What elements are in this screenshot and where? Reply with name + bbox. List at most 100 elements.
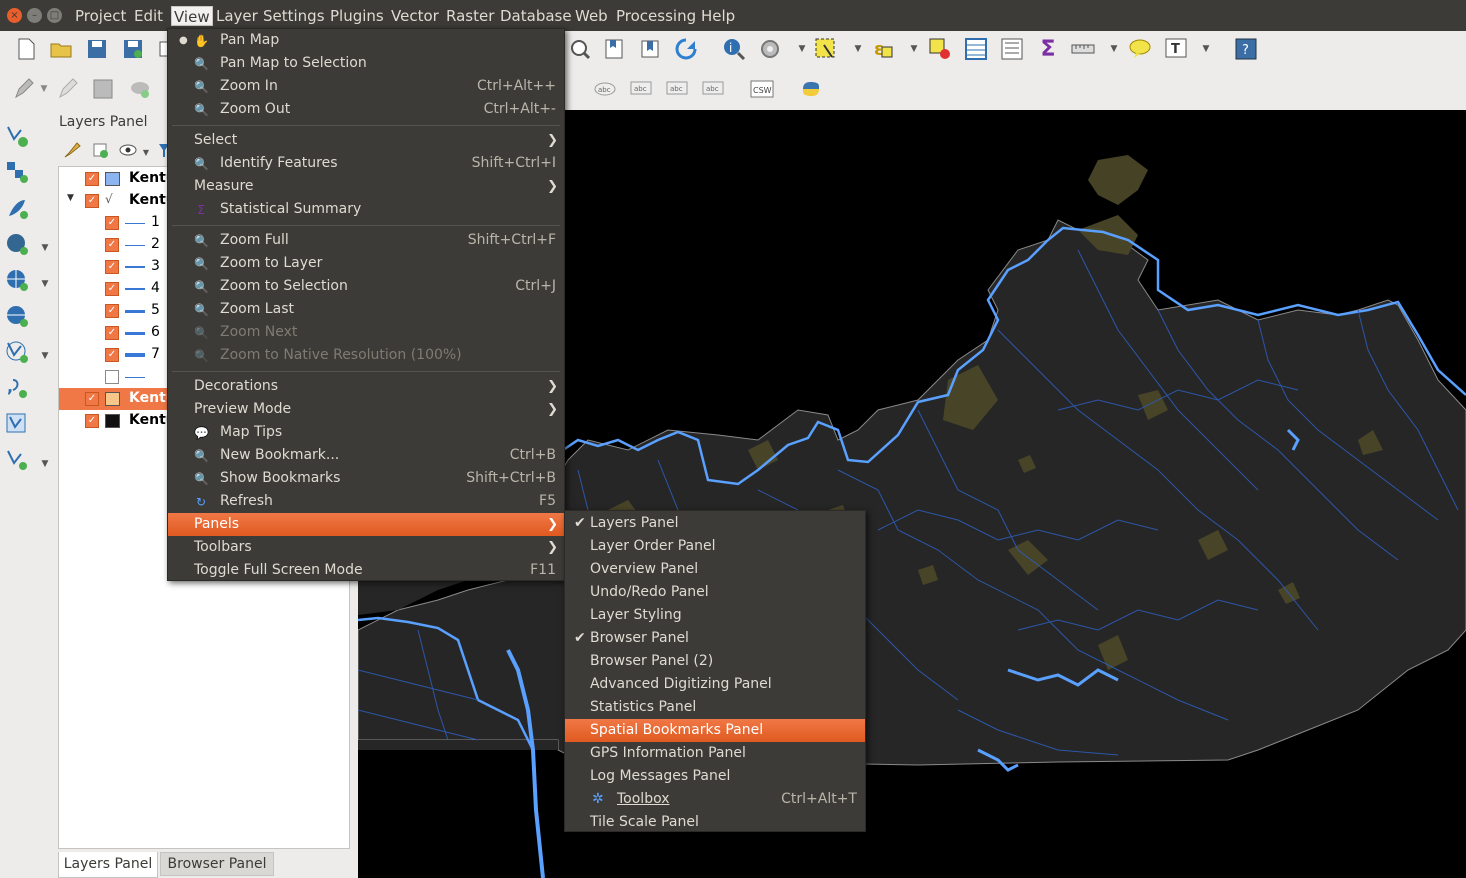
label-pin-icon[interactable]: abc [593,77,617,101]
menu-database[interactable]: Database [500,6,572,26]
menu-item-zoom-next[interactable]: 🔍 Zoom Next [168,321,564,344]
menu-item-select[interactable]: Select ❯ [168,129,564,152]
add-feature-icon[interactable] [128,77,152,101]
menu-help[interactable]: Help [701,6,735,26]
menu-item-identify-features[interactable]: 🔍 Identify Features Shift+Ctrl+I [168,152,564,175]
panel-item-layers-panel[interactable]: ✔ Layers Panel [565,512,865,535]
open-layer-styling-icon[interactable] [60,138,84,162]
dropdown-arrow-icon[interactable]: ▼ [1102,37,1126,61]
menu-item-decorations[interactable]: Decorations ❯ [168,375,564,398]
measure-icon[interactable] [1071,37,1095,61]
menu-web[interactable]: Web [575,6,608,26]
save-edits-icon[interactable] [91,77,115,101]
menu-raster[interactable]: Raster [446,6,494,26]
menu-layer[interactable]: Layer [216,6,258,26]
menu-item-toolbars[interactable]: Toolbars ❯ [168,536,564,559]
menu-item-measure[interactable]: Measure ❯ [168,175,564,198]
identify-toolbar-icon[interactable]: i [722,37,746,61]
attribute-table-icon[interactable] [964,37,988,61]
panel-item-spatial-bookmarks-panel[interactable]: Spatial Bookmarks Panel [565,719,865,742]
text-annotation-icon[interactable]: T [1164,37,1188,61]
layer-visibility-checkbox[interactable]: ✓ [105,260,119,274]
dropdown-arrow-icon[interactable]: ▼ [1194,37,1218,61]
panel-item-layer-order-panel[interactable]: Layer Order Panel [565,535,865,558]
new-bookmark-toolbar-icon[interactable] [603,37,627,61]
menu-item-zoom-out[interactable]: 🔍 Zoom Out Ctrl+Alt+- [168,98,564,121]
map-tips-toolbar-icon[interactable] [1128,37,1152,61]
add-postgis-icon[interactable] [5,232,29,256]
menu-item-preview-mode[interactable]: Preview Mode ❯ [168,398,564,421]
layer-visibility-checkbox[interactable]: ✓ [85,194,99,208]
layer-visibility-checkbox[interactable]: ✓ [85,172,99,186]
menu-item-refresh[interactable]: ↻ Refresh F5 [168,490,564,513]
layer-visibility-checkbox[interactable]: ✓ [105,304,119,318]
layer-visibility-checkbox[interactable]: ✓ [105,216,119,230]
open-project-icon[interactable] [49,37,73,61]
layer-visibility-checkbox[interactable]: ✓ [85,414,99,428]
layer-visibility-checkbox[interactable]: ✓ [105,326,119,340]
menu-item-show-bookmarks[interactable]: 🔍 Show Bookmarks Shift+Ctrl+B [168,467,564,490]
add-spatialite-icon[interactable] [5,196,29,220]
panel-item-statistics-panel[interactable]: Statistics Panel [565,696,865,719]
help-icon[interactable]: ? [1234,37,1258,61]
menu-item-pan-map[interactable]: ● ✋ Pan Map [168,29,564,52]
dropdown-arrow-icon[interactable]: ▼ [33,272,57,296]
menu-item-statistical-summary[interactable]: Σ Statistical Summary [168,198,564,221]
menu-item-panels[interactable]: Panels ❯ [168,513,564,536]
layer-visibility-checkbox[interactable]: ✓ [105,348,119,362]
menu-item-map-tips[interactable]: 💬 Map Tips [168,421,564,444]
add-wms-icon[interactable] [5,268,29,292]
panel-item-browser-panel[interactable]: ✔ Browser Panel [565,627,865,650]
minimize-window-icon[interactable]: – [27,8,42,23]
menu-item-new-bookmark[interactable]: 🔍 New Bookmark... Ctrl+B [168,444,564,467]
menu-item-zoom-to-native-resolution-100[interactable]: 🔍 Zoom to Native Resolution (100%) [168,344,564,367]
toggle-editing-icon[interactable] [56,77,80,101]
tab-browser-panel[interactable]: Browser Panel [160,852,274,876]
save-project-icon[interactable] [85,37,109,61]
menu-vector[interactable]: Vector [391,6,439,26]
panel-item-undo-redo-panel[interactable]: Undo/Redo Panel [565,581,865,604]
dropdown-arrow-icon[interactable]: ▼ [33,236,57,260]
menu-item-zoom-to-selection[interactable]: 🔍 Zoom to Selection Ctrl+J [168,275,564,298]
panel-item-toolbox[interactable]: ✲ Toolbox Ctrl+Alt+T [565,788,865,811]
add-delimited-text-icon[interactable]: , [5,376,29,400]
add-wfs-icon[interactable] [5,340,29,364]
refresh-toolbar-icon[interactable] [674,37,698,61]
new-project-icon[interactable] [14,37,38,61]
add-vector-layer-icon[interactable] [5,124,29,148]
layer-visibility-checkbox[interactable]: ✓ [105,238,119,252]
dropdown-arrow-icon[interactable]: ▼ [846,37,870,61]
add-group-icon[interactable] [88,138,112,162]
menu-item-zoom-last[interactable]: 🔍 Zoom Last [168,298,564,321]
dropdown-arrow-icon[interactable]: ▼ [902,37,926,61]
maximize-window-icon[interactable]: □ [47,8,62,23]
layer-visibility-checkbox[interactable]: ✓ [105,282,119,296]
menu-project[interactable]: Project [75,6,126,26]
save-as-icon[interactable] [121,37,145,61]
menu-item-zoom-full[interactable]: 🔍 Zoom Full Shift+Ctrl+F [168,229,564,252]
add-wcs-icon[interactable] [5,304,29,328]
new-shapefile-icon[interactable] [5,448,29,472]
select-features-icon[interactable] [814,37,838,61]
menu-item-zoom-in[interactable]: 🔍 Zoom In Ctrl+Alt++ [168,75,564,98]
panel-item-browser-panel-2[interactable]: Browser Panel (2) [565,650,865,673]
sigma-icon[interactable]: Σ [1036,37,1060,62]
dropdown-arrow-icon[interactable]: ▼ [33,344,57,368]
show-bookmarks-toolbar-icon[interactable] [638,37,662,61]
layer-visibility-checkbox[interactable]: ✓ [85,392,99,406]
menu-item-zoom-to-layer[interactable]: 🔍 Zoom to Layer [168,252,564,275]
add-raster-layer-icon[interactable] [5,160,29,184]
menu-plugins[interactable]: Plugins [330,6,384,26]
panel-item-tile-scale-panel[interactable]: Tile Scale Panel [565,811,865,834]
deselect-icon[interactable] [928,37,952,61]
menu-settings[interactable]: Settings [263,6,325,26]
panel-item-overview-panel[interactable]: Overview Panel [565,558,865,581]
label-rotate-icon[interactable]: abc [701,77,725,101]
menu-edit[interactable]: Edit [134,6,163,26]
dropdown-arrow-icon[interactable]: ▼ [33,452,57,476]
close-window-icon[interactable]: × [7,8,22,23]
select-by-expression-icon[interactable]: ε [872,37,896,61]
dropdown-arrow-icon[interactable]: ▼ [32,77,56,101]
run-feature-action-icon[interactable] [758,37,782,61]
layer-visibility-checkbox[interactable] [105,370,119,384]
